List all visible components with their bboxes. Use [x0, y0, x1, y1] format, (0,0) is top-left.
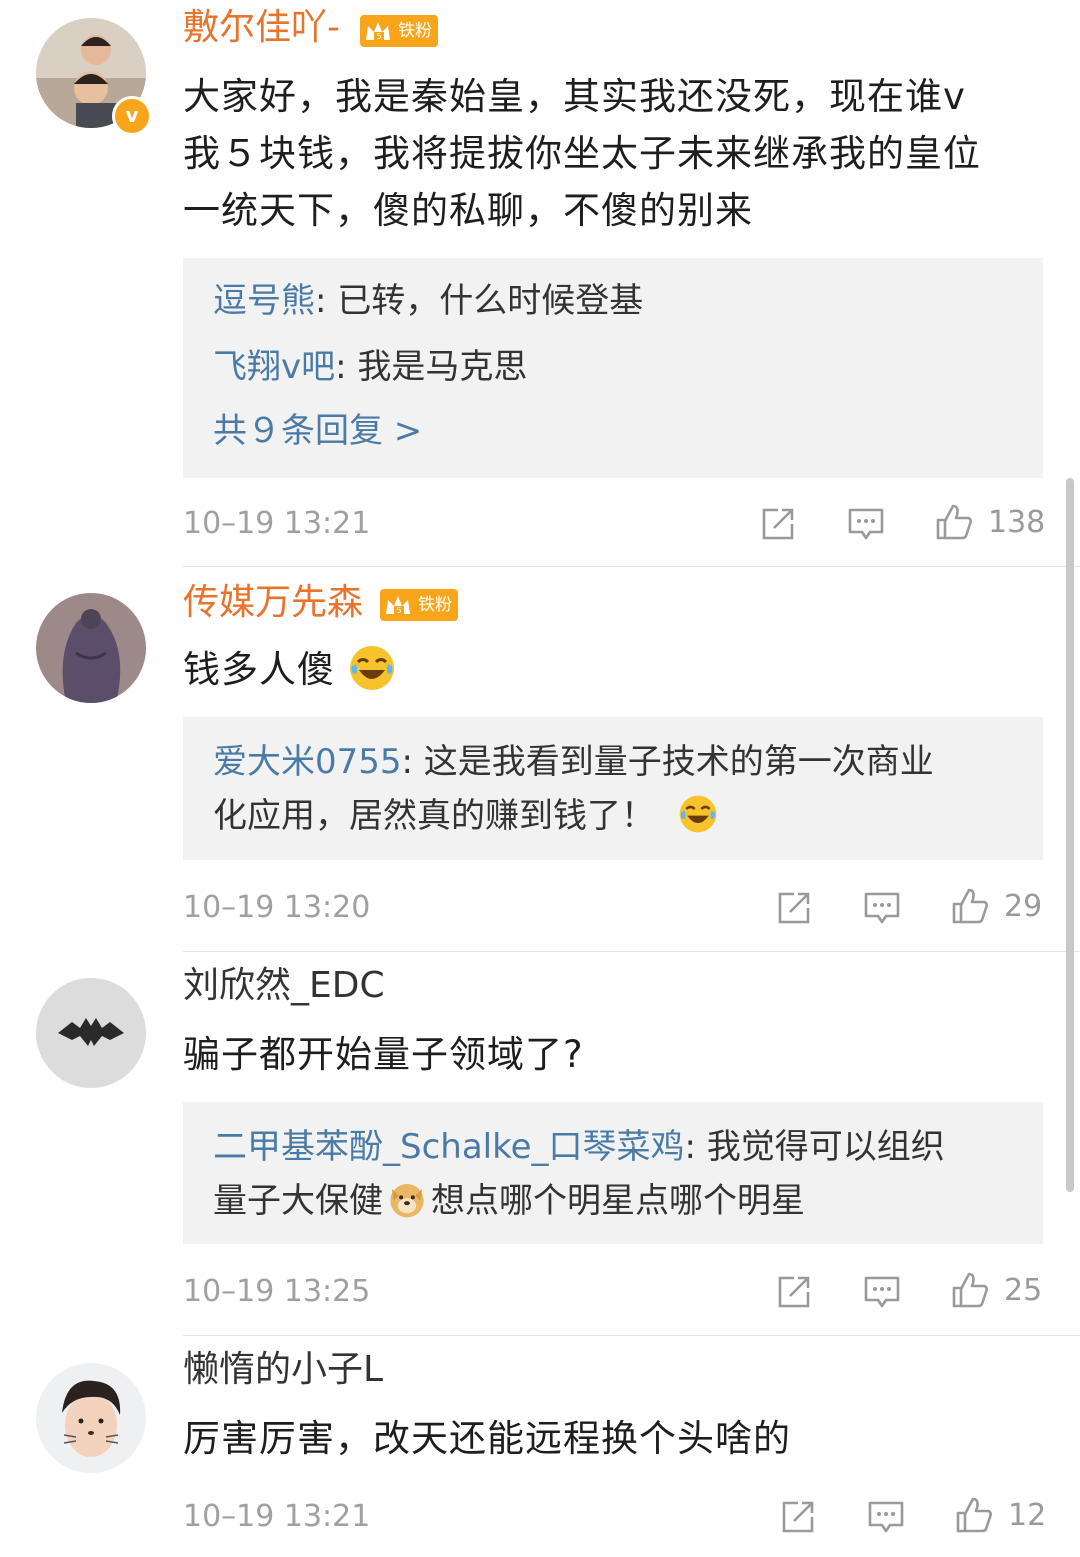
reply-item[interactable]: 爱大米0755: 这是我看到量子技术的第一次商业 化应用，居然真的赚到钱了！ [213, 735, 1013, 843]
reply-box[interactable]: 逗号熊: 已转，什么时候登基 飞翔v吧: 我是马克思 共９条回复 > [183, 258, 1043, 478]
reply-box[interactable]: 二甲基苯酚_Schalke_口琴菜鸡: 我觉得可以组织 量子大保健 想点哪个明星… [183, 1102, 1043, 1244]
comment-icon[interactable] [862, 888, 902, 928]
username[interactable]: 刘欣然_EDC [183, 964, 385, 1008]
reply-text: 这是我看到量子技术的第一次商业 [423, 742, 934, 782]
thumbs-up-icon[interactable] [954, 1495, 994, 1535]
comment-text-line: 我５块钱，我将提拔你坐太子未来继承我的皇位 [183, 132, 981, 175]
timestamp: 10–19 13:20 [183, 890, 371, 925]
like-count: 138 [988, 505, 1046, 540]
avatar[interactable] [36, 593, 146, 703]
comment-text: 钱多人傻 [183, 641, 1043, 698]
comment-text-line: 一统天下，傻的私聊，不傻的别来 [183, 189, 753, 232]
username[interactable]: 敷尔佳吖- [183, 6, 340, 50]
comment-icon[interactable] [866, 1497, 906, 1537]
scrollbar[interactable] [1066, 478, 1074, 1192]
reply-item[interactable]: 逗号熊: 已转，什么时候登基 [213, 274, 1013, 328]
reply-username[interactable]: 爱大米0755 [213, 742, 402, 782]
reply-item[interactable]: 飞翔v吧: 我是马克思 [213, 340, 1013, 394]
thumbs-up-icon[interactable] [950, 1270, 990, 1310]
crown-icon: 5 [366, 22, 390, 41]
svg-text:5: 5 [396, 606, 401, 615]
comment-text-line: 钱多人傻 [183, 648, 335, 691]
avatar[interactable] [36, 978, 146, 1088]
laugh-cry-emoji [679, 795, 717, 832]
repost-icon[interactable] [774, 888, 814, 928]
reply-text: 想点哪个明星点哪个明星 [431, 1181, 805, 1221]
comment-text-line: 大家好，我是秦始皇，其实我还没死，现在谁v [183, 75, 966, 118]
thumbs-up-icon[interactable] [934, 502, 974, 542]
comment-item: 传媒万先森 5 铁粉 钱多人傻 爱大米0755: 这是我看到量子技术的第一次商业… [0, 567, 1080, 952]
like-count: 25 [1004, 1273, 1043, 1308]
comment-icon[interactable] [846, 504, 886, 544]
reply-separator: : [401, 742, 424, 782]
comment-item: 刘欣然_EDC 骗子都开始量子领域了? 二甲基苯酚_Schalke_口琴菜鸡: … [0, 952, 1080, 1336]
fan-badge-label: 铁粉 [398, 21, 432, 41]
repost-icon[interactable] [774, 1272, 814, 1312]
thumbs-up-icon[interactable] [950, 886, 990, 926]
like-count: 29 [1004, 889, 1043, 924]
doge-emoji [390, 1183, 424, 1217]
comment-icon[interactable] [862, 1272, 902, 1312]
repost-icon[interactable] [758, 504, 798, 544]
repost-icon[interactable] [778, 1497, 818, 1537]
reply-text: 量子大保健 [213, 1181, 383, 1221]
crown-icon: 5 [386, 596, 410, 615]
laugh-cry-emoji [349, 645, 394, 690]
more-replies-link[interactable]: 共９条回复 > [213, 404, 422, 458]
comment-text: 大家好，我是秦始皇，其实我还没死，现在谁v 我５块钱，我将提拔你坐太子未来继承我… [183, 68, 1043, 239]
reply-separator: : [315, 281, 338, 321]
reply-text: 我觉得可以组织 [706, 1127, 945, 1167]
comment-text-line: 骗子都开始量子领域了? [183, 1033, 584, 1076]
svg-text:5: 5 [376, 32, 381, 41]
reply-text: 已转，什么时候登基 [337, 281, 644, 321]
username[interactable]: 懒惰的小子L [183, 1348, 383, 1392]
fan-badge-label: 铁粉 [418, 595, 452, 615]
comment-text: 骗子都开始量子领域了? [183, 1026, 1043, 1083]
reply-separator: : [684, 1127, 707, 1167]
comment-item: 懒惰的小子L 厉害厉害，改天还能远程换个头啥的 10–19 13:21 12 [0, 1336, 1080, 1557]
fan-badge: 5 铁粉 [380, 589, 458, 621]
reply-item[interactable]: 二甲基苯酚_Schalke_口琴菜鸡: 我觉得可以组织 量子大保健 想点哪个明星… [213, 1120, 1013, 1228]
avatar[interactable] [36, 1363, 146, 1473]
reply-separator: : [335, 347, 358, 387]
like-count: 12 [1008, 1498, 1047, 1533]
reply-box[interactable]: 爱大米0755: 这是我看到量子技术的第一次商业 化应用，居然真的赚到钱了！ [183, 717, 1043, 860]
reply-username[interactable]: 二甲基苯酚_Schalke_口琴菜鸡 [213, 1127, 685, 1167]
comment-text-line: 厉害厉害，改天还能远程换个头啥的 [183, 1417, 791, 1460]
timestamp: 10–19 13:25 [183, 1274, 371, 1309]
verified-badge-icon: v [112, 96, 152, 136]
timestamp: 10–19 13:21 [183, 1499, 371, 1534]
reply-username[interactable]: 飞翔v吧 [213, 347, 335, 387]
username[interactable]: 传媒万先森 [183, 581, 363, 625]
reply-username[interactable]: 逗号熊 [213, 281, 315, 321]
comment-item: v 敷尔佳吖- 5 铁粉 大家好，我是秦始皇，其实我还没死，现在谁v 我５块钱，… [0, 0, 1080, 567]
reply-text: 化应用，居然真的赚到钱了！ [213, 796, 655, 836]
fan-badge: 5 铁粉 [360, 15, 438, 47]
reply-text: 我是马克思 [357, 347, 528, 387]
comment-text: 厉害厉害，改天还能远程换个头啥的 [183, 1410, 1043, 1467]
timestamp: 10–19 13:21 [183, 506, 371, 541]
